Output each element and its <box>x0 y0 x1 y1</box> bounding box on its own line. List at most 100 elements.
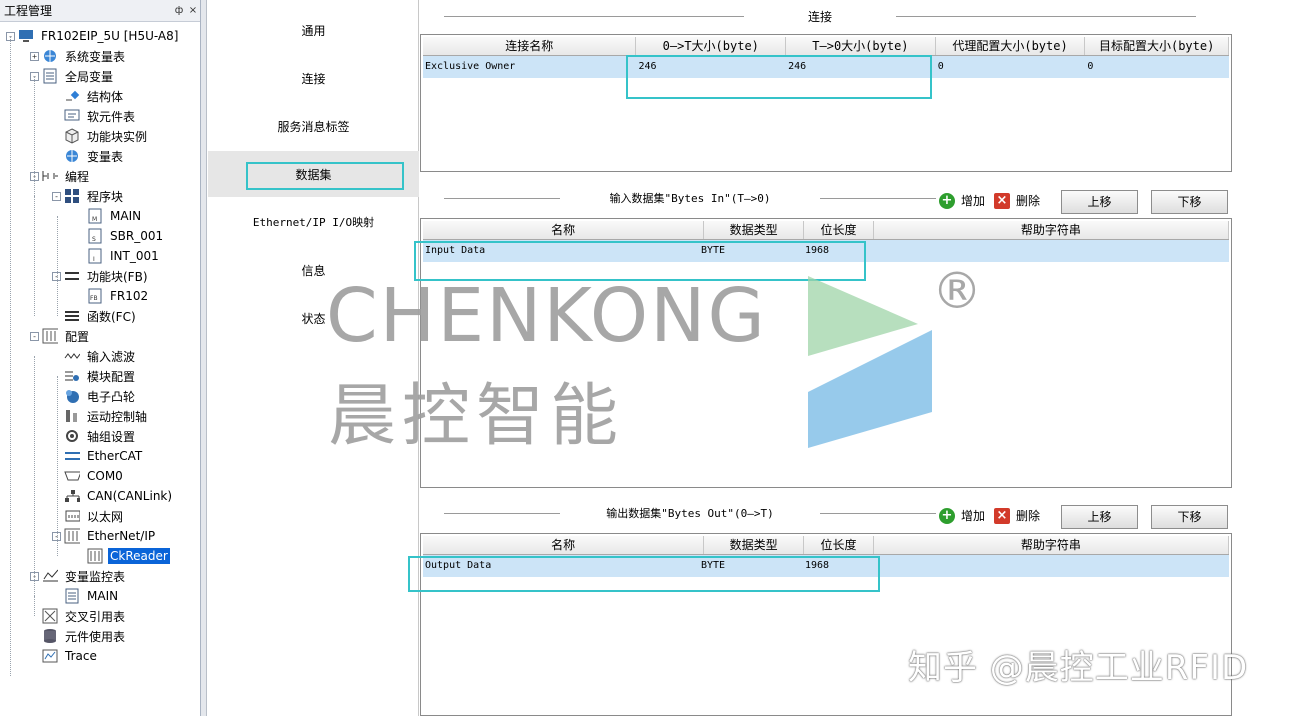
tree-item-label: 以太网 <box>87 509 124 524</box>
input-dataset-section-title: 输入数据集"Bytes In"(T—>0) <box>444 190 936 206</box>
table-row[interactable]: Exclusive Owner 246 246 0 0 <box>423 56 1229 78</box>
col-header[interactable]: 帮助字符串 <box>874 221 1229 239</box>
add-input-button[interactable]: + 增加 <box>939 192 985 209</box>
tree-item[interactable]: - 程序块 <box>52 186 125 206</box>
tree-item-label: FR102EIP_5U [H5U-A8] <box>41 29 179 43</box>
col-header[interactable]: T—>0大小(byte) <box>786 37 936 55</box>
col-header[interactable]: 名称 <box>423 221 705 239</box>
tree-item[interactable]: 输入滤波 <box>64 346 137 366</box>
cell-proxy-config-size: 0 <box>937 61 944 72</box>
tree-item[interactable]: - 变量监控表 <box>30 566 127 586</box>
tree-item[interactable]: CAN(CANLink) <box>64 486 174 506</box>
delete-label: 删除 <box>1016 194 1041 208</box>
tree-item[interactable]: EtherCAT <box>64 446 144 466</box>
fb-group-icon <box>64 268 80 284</box>
tree-item[interactable]: - EtherNet/IP <box>52 526 157 546</box>
tree-item[interactable]: - 功能块(FB) <box>52 266 150 286</box>
collapse-icon[interactable]: - <box>30 331 39 341</box>
nav-item-general[interactable]: 通用 <box>208 7 419 53</box>
cell-connection-name: Exclusive Owner <box>425 61 516 72</box>
col-header[interactable]: 位长度 <box>804 536 874 554</box>
cell-t-o-size: 246 <box>788 61 807 72</box>
tree-item[interactable]: CkReader <box>87 546 170 566</box>
watermark-brand-cn: 晨控智能 <box>328 377 625 456</box>
tree-item-label: SBR_001 <box>110 229 164 243</box>
tree-item[interactable]: M MAIN <box>87 206 143 226</box>
nav-item-service-message-tag[interactable]: 服务消息标签 <box>208 103 419 149</box>
cell-data-type: BYTE <box>701 245 726 256</box>
svg-text:FB: FB <box>90 295 98 302</box>
close-icon[interactable]: × <box>186 5 200 16</box>
move-up-output-button[interactable]: 上移 <box>1061 505 1138 529</box>
project-panel-header: 工程管理 ф × <box>0 0 200 22</box>
col-header[interactable]: 数据类型 <box>704 536 805 554</box>
tree-item-label: EtherCAT <box>87 449 143 463</box>
tree-item[interactable]: - FR102EIP_5U [H5U-A8] <box>6 26 180 46</box>
tree-item[interactable]: 结构体 <box>64 86 125 106</box>
tree-item[interactable]: FB FR102 <box>87 286 150 306</box>
tree-item-label: 功能块(FB) <box>87 269 148 284</box>
tree-item[interactable]: 电子凸轮 <box>64 386 137 406</box>
tree-item[interactable]: + 系统变量表 <box>30 46 127 66</box>
nav-item-connection[interactable]: 连接 <box>208 55 419 101</box>
table-row[interactable]: Output Data BYTE 1968 <box>423 555 1229 577</box>
tree-item[interactable]: 函数(FC) <box>64 306 138 326</box>
tree-item-label: CkReader <box>108 548 170 564</box>
tree-item[interactable]: 变量表 <box>64 146 125 166</box>
tree-item[interactable]: COM0 <box>64 466 125 486</box>
tree-item[interactable]: 功能块实例 <box>64 126 149 146</box>
cell-name: Input Data <box>425 245 486 256</box>
tree-item[interactable]: - 编程 <box>30 166 91 186</box>
pin-icon[interactable]: ф <box>172 5 186 16</box>
tree-item[interactable]: 软元件表 <box>64 106 137 126</box>
tree-item[interactable]: S SBR_001 <box>87 226 165 246</box>
tree-item-label: 函数(FC) <box>87 309 136 324</box>
col-header[interactable]: 数据类型 <box>704 221 805 239</box>
tree-item[interactable]: 以太网 <box>64 506 125 526</box>
col-header[interactable]: 连接名称 <box>423 37 637 55</box>
col-header[interactable]: 0—>T大小(byte) <box>636 37 787 55</box>
database-icon <box>42 628 58 644</box>
output-grid-header: 名称 数据类型 位长度 帮助字符串 <box>423 536 1229 555</box>
col-header[interactable]: 名称 <box>423 536 705 554</box>
tree-item[interactable]: I INT_001 <box>87 246 161 266</box>
tree-item[interactable]: MAIN <box>64 586 120 606</box>
nav-item-dataset[interactable]: 数据集 <box>208 151 419 197</box>
add-label: 增加 <box>961 194 986 208</box>
col-header[interactable]: 位长度 <box>804 221 874 239</box>
tree-item[interactable]: 模块配置 <box>64 366 137 386</box>
collapse-icon[interactable]: - <box>52 191 61 201</box>
tree-item[interactable]: 运动控制轴 <box>64 406 149 426</box>
panel-splitter[interactable] <box>201 0 207 716</box>
ladder-icon <box>42 168 58 184</box>
tree-item[interactable]: Trace <box>42 646 99 666</box>
delete-output-button[interactable]: × 删除 <box>994 507 1040 524</box>
move-up-input-button[interactable]: 上移 <box>1061 190 1138 214</box>
tree-item[interactable]: 元件使用表 <box>42 626 127 646</box>
gear-group-icon <box>64 428 80 444</box>
program-sbr-icon: S <box>87 228 103 244</box>
plc-computer-icon <box>18 28 34 44</box>
col-header[interactable]: 代理配置大小(byte) <box>936 37 1086 55</box>
col-header[interactable]: 帮助字符串 <box>874 536 1229 554</box>
tree-item[interactable]: 交叉引用表 <box>42 606 127 626</box>
expand-icon[interactable]: + <box>30 51 39 61</box>
tree-item[interactable]: - 配置 <box>30 326 91 346</box>
move-down-input-button[interactable]: 下移 <box>1151 190 1228 214</box>
nav-item-ethernet-ip-io-mapping[interactable]: Ethernet/IP I/O映射 <box>208 199 419 245</box>
title-rule <box>444 197 560 199</box>
tree-item[interactable]: 轴组设置 <box>64 426 137 446</box>
tree-item-label: 结构体 <box>87 89 124 104</box>
table-icon <box>64 588 80 604</box>
nav-item-label: 服务消息标签 <box>277 119 350 134</box>
table-row[interactable]: Input Data BYTE 1968 <box>423 240 1229 262</box>
delete-icon: × <box>994 507 1010 524</box>
blocks-icon <box>64 188 80 204</box>
output-dataset-title: 输出数据集"Bytes Out"(0—>T) <box>606 507 774 520</box>
col-header[interactable]: 目标配置大小(byte) <box>1085 37 1229 55</box>
tree-item[interactable]: - 全局变量 <box>30 66 115 86</box>
nav-item-label: 通用 <box>301 23 326 38</box>
move-down-output-button[interactable]: 下移 <box>1151 505 1228 529</box>
delete-input-button[interactable]: × 删除 <box>994 192 1040 209</box>
add-output-button[interactable]: + 增加 <box>939 507 985 524</box>
